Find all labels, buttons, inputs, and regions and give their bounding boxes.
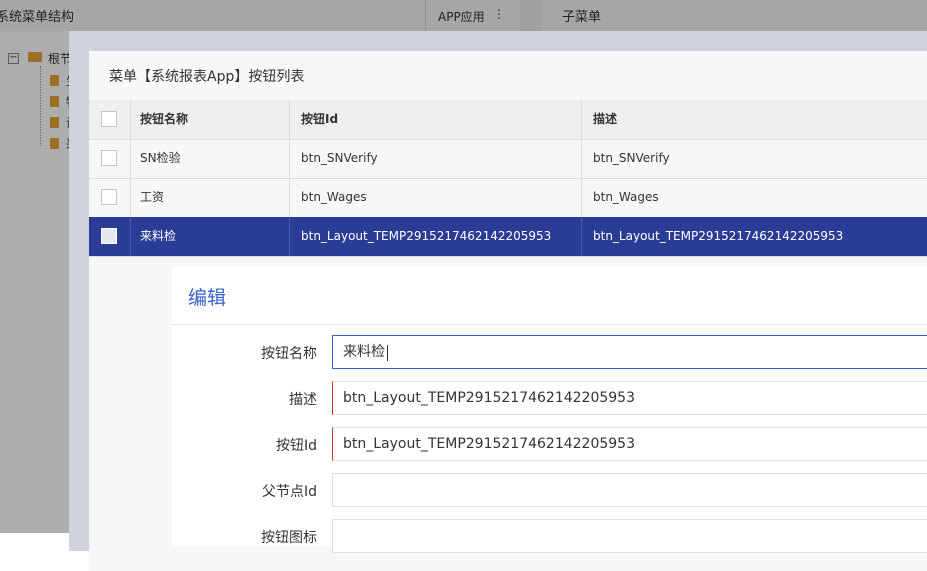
- grid-header-row: 按钮名称 按钮Id 描述: [89, 100, 927, 140]
- table-row[interactable]: 工资 btn_Wages btn_Wages: [89, 178, 927, 218]
- parent-node-id-input[interactable]: [332, 473, 927, 507]
- dialog-divider: [172, 324, 927, 325]
- cell-button-id: btn_Wages: [291, 178, 582, 217]
- button-name-label: 按钮名称: [261, 346, 317, 362]
- button-icon-input[interactable]: [332, 519, 927, 553]
- header-checkbox-cell: [89, 100, 131, 139]
- table-row[interactable]: SN检验 btn_SNVerify btn_SNVerify: [89, 139, 927, 179]
- cell-button-desc: btn_SNVerify: [593, 151, 670, 165]
- row-checkbox-cell: [89, 139, 131, 178]
- modal-title: 菜单【系统报表App】按钮列表: [109, 69, 305, 85]
- row-checkbox[interactable]: [101, 228, 117, 244]
- button-icon-label: 按钮图标: [261, 530, 317, 546]
- button-id-input[interactable]: [332, 427, 927, 461]
- cell-button-name: 工资: [130, 178, 290, 217]
- button-name-input[interactable]: 来料检: [332, 335, 927, 369]
- cell-button-desc: btn_Layout_TEMP2915217462142205953: [593, 229, 844, 243]
- dialog-title: 编辑: [188, 287, 227, 309]
- description-label: 描述: [289, 392, 317, 408]
- row-checkbox-cell: [89, 217, 131, 256]
- button-id-label: 按钮Id: [275, 438, 317, 454]
- column-header-name[interactable]: 按钮名称: [130, 100, 290, 139]
- cell-button-id: btn_Layout_TEMP2915217462142205953: [291, 217, 582, 256]
- column-header-id[interactable]: 按钮Id: [291, 100, 582, 139]
- table-row-selected[interactable]: 来料检 btn_Layout_TEMP2915217462142205953 b…: [89, 217, 927, 257]
- select-all-checkbox[interactable]: [101, 111, 117, 127]
- edit-dialog: 编辑 按钮名称 来料检 描述 按钮Id 父节点Id 按钮图标: [172, 266, 927, 553]
- button-name-value: 来料检: [343, 344, 385, 360]
- cell-button-id: btn_SNVerify: [291, 139, 582, 178]
- parent-node-id-label: 父节点Id: [261, 484, 317, 500]
- text-cursor: [387, 345, 388, 361]
- description-input[interactable]: [332, 381, 927, 415]
- row-checkbox-cell: [89, 178, 131, 217]
- row-checkbox[interactable]: [101, 150, 117, 166]
- cell-button-desc: btn_Wages: [593, 190, 659, 204]
- column-header-desc[interactable]: 描述: [583, 100, 927, 139]
- cell-button-name: 来料检: [130, 217, 290, 256]
- row-checkbox[interactable]: [101, 189, 117, 205]
- cell-button-name: SN检验: [130, 139, 290, 178]
